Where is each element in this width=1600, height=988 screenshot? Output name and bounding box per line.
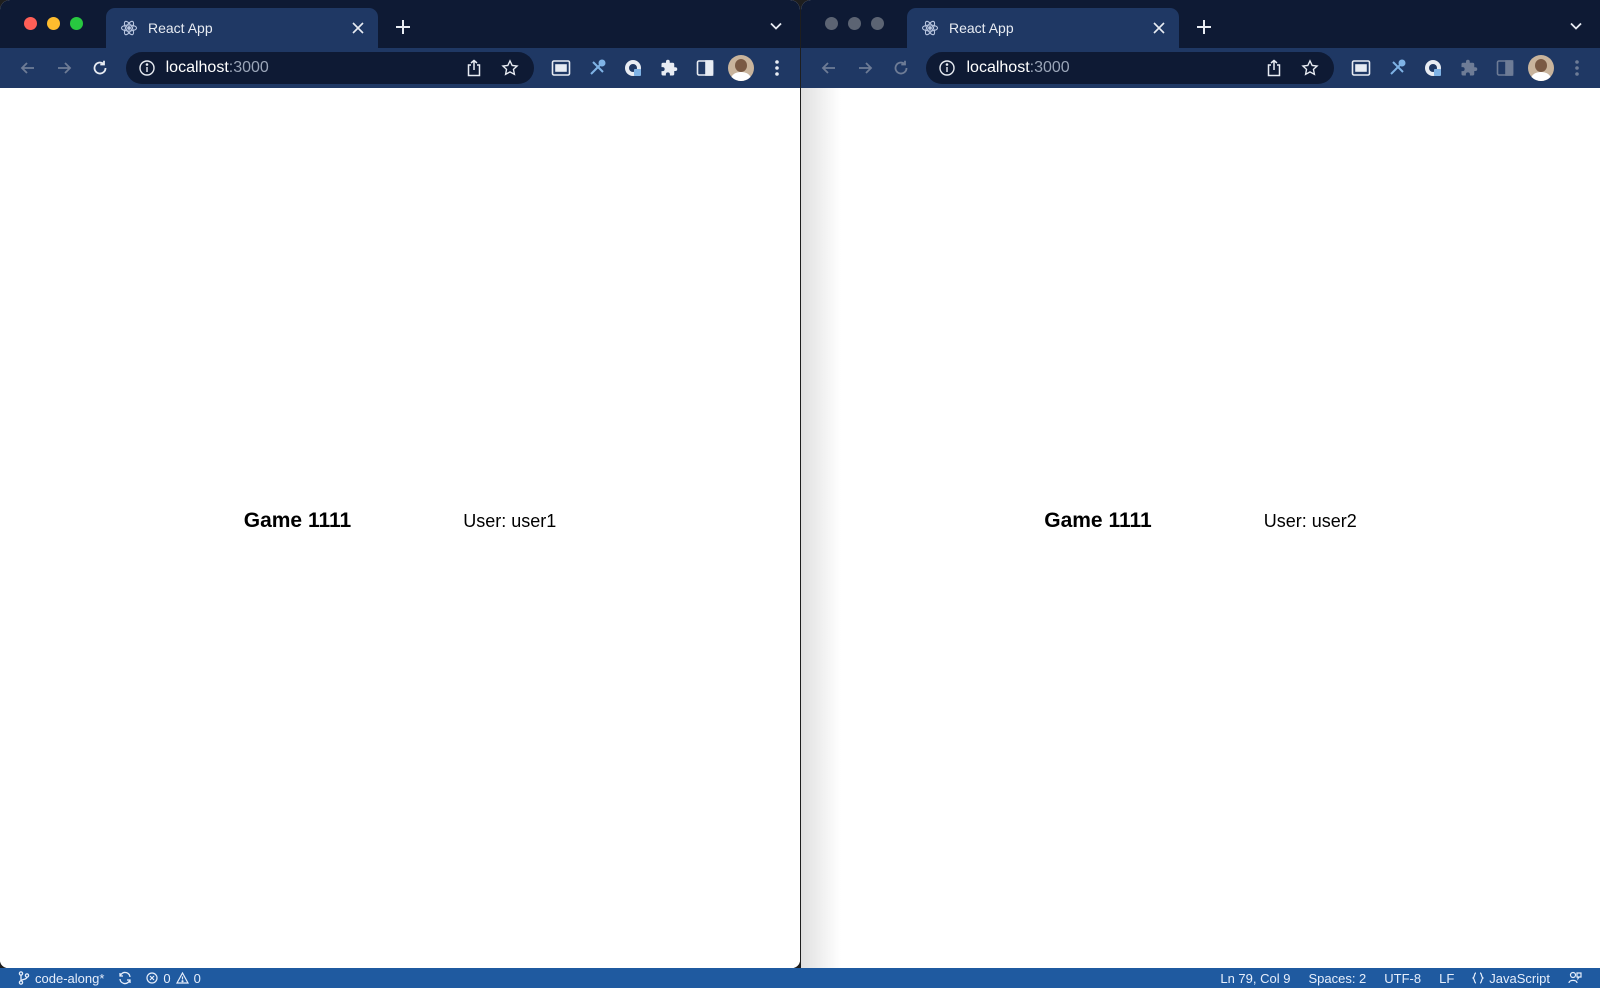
puzzle-icon[interactable] [656, 55, 682, 81]
info-icon[interactable] [938, 59, 956, 77]
url-host: localhost [165, 59, 229, 76]
url-host: localhost [966, 59, 1030, 76]
info-icon[interactable] [138, 59, 156, 77]
forward-icon[interactable] [50, 54, 78, 82]
react-favicon-icon [921, 19, 939, 37]
star-icon[interactable] [498, 56, 522, 80]
browser-window-left: React App localhost:3000 Game 1111 User:… [0, 0, 800, 968]
reload-icon[interactable] [86, 54, 114, 82]
tab-strip: React App [0, 0, 800, 48]
indentation[interactable]: Spaces: 2 [1308, 971, 1366, 986]
game-title: Game 1111 [1044, 509, 1152, 532]
tools-icon[interactable] [584, 55, 610, 81]
close-icon[interactable] [348, 18, 368, 38]
browser-toolbar: localhost:3000 [0, 48, 800, 88]
sync-icon[interactable] [118, 971, 132, 985]
editor-status-bar: code-along* 0 0 Ln 79, Col 9 Spaces: 2 U… [0, 968, 1600, 988]
close-icon[interactable] [1149, 18, 1169, 38]
close-window-button[interactable] [825, 17, 838, 30]
tab-react-app[interactable]: React App [907, 8, 1179, 48]
maximize-window-button[interactable] [70, 17, 83, 30]
chevron-down-icon[interactable] [1568, 18, 1584, 34]
game-header: Game 1111 User: user2 [801, 509, 1600, 533]
picture-in-picture-icon[interactable] [548, 55, 574, 81]
minimize-window-button[interactable] [848, 17, 861, 30]
side-panel-icon[interactable] [1492, 55, 1518, 81]
user-label: User: user1 [463, 510, 557, 531]
url-text[interactable]: localhost:3000 [166, 59, 450, 77]
tab-title: React App [148, 20, 213, 36]
warning-count: 0 [193, 970, 201, 986]
chevron-down-icon[interactable] [768, 18, 784, 34]
minimize-window-button[interactable] [47, 17, 60, 30]
page-content: Game 1111 User: user1 [0, 88, 800, 968]
maximize-window-button[interactable] [871, 17, 884, 30]
react-favicon-icon [120, 19, 138, 37]
branch-indicator[interactable]: code-along* [18, 971, 104, 986]
kebab-menu-icon[interactable] [764, 55, 790, 81]
plus-icon[interactable] [1193, 16, 1215, 38]
user-label: User: user2 [1263, 510, 1357, 531]
extensions-row [548, 55, 800, 81]
password-manager-icon[interactable] [620, 55, 646, 81]
problems-indicator[interactable]: 0 0 [146, 970, 201, 986]
reload-icon[interactable] [887, 54, 915, 82]
feedback-icon[interactable] [1568, 971, 1582, 985]
encoding[interactable]: UTF-8 [1384, 971, 1421, 986]
error-count: 0 [163, 970, 171, 986]
error-icon [146, 972, 158, 984]
side-panel-icon[interactable] [692, 55, 718, 81]
window-controls [24, 17, 83, 30]
game-header: Game 1111 User: user1 [0, 509, 800, 533]
address-bar[interactable]: localhost:3000 [125, 52, 534, 84]
window-controls [825, 17, 884, 30]
profile-avatar[interactable] [727, 55, 754, 81]
braces-icon [1472, 972, 1485, 984]
back-icon[interactable] [815, 54, 843, 82]
url-port: :3000 [228, 59, 269, 76]
back-icon[interactable] [14, 54, 42, 82]
picture-in-picture-icon[interactable] [1348, 55, 1374, 81]
page-content: Game 1111 User: user2 [801, 88, 1600, 968]
language-mode[interactable]: JavaScript [1472, 971, 1550, 986]
browser-toolbar: localhost:3000 [801, 48, 1600, 88]
profile-avatar[interactable] [1528, 55, 1555, 81]
kebab-menu-icon[interactable] [1564, 55, 1590, 81]
password-manager-icon[interactable] [1420, 55, 1446, 81]
browser-window-right: React App localhost:3000 Game 1111 User:… [801, 0, 1600, 968]
git-branch-icon [18, 971, 30, 985]
share-icon[interactable] [1262, 56, 1286, 80]
warning-icon [175, 972, 189, 984]
star-icon[interactable] [1298, 56, 1322, 80]
language-name: JavaScript [1489, 970, 1550, 986]
forward-icon[interactable] [851, 54, 879, 82]
address-bar[interactable]: localhost:3000 [926, 52, 1335, 84]
puzzle-icon[interactable] [1456, 55, 1482, 81]
tab-title: React App [949, 20, 1014, 36]
tab-react-app[interactable]: React App [106, 8, 378, 48]
close-window-button[interactable] [24, 17, 37, 30]
extensions-row [1348, 55, 1600, 81]
end-of-line[interactable]: LF [1439, 971, 1454, 986]
cursor-position[interactable]: Ln 79, Col 9 [1220, 971, 1290, 986]
plus-icon[interactable] [392, 16, 414, 38]
tools-icon[interactable] [1384, 55, 1410, 81]
share-icon[interactable] [462, 56, 486, 80]
branch-name: code-along* [35, 970, 105, 986]
url-text[interactable]: localhost:3000 [966, 59, 1250, 77]
tab-strip: React App [801, 0, 1600, 48]
game-title: Game 1111 [243, 509, 352, 532]
url-port: :3000 [1029, 59, 1070, 76]
